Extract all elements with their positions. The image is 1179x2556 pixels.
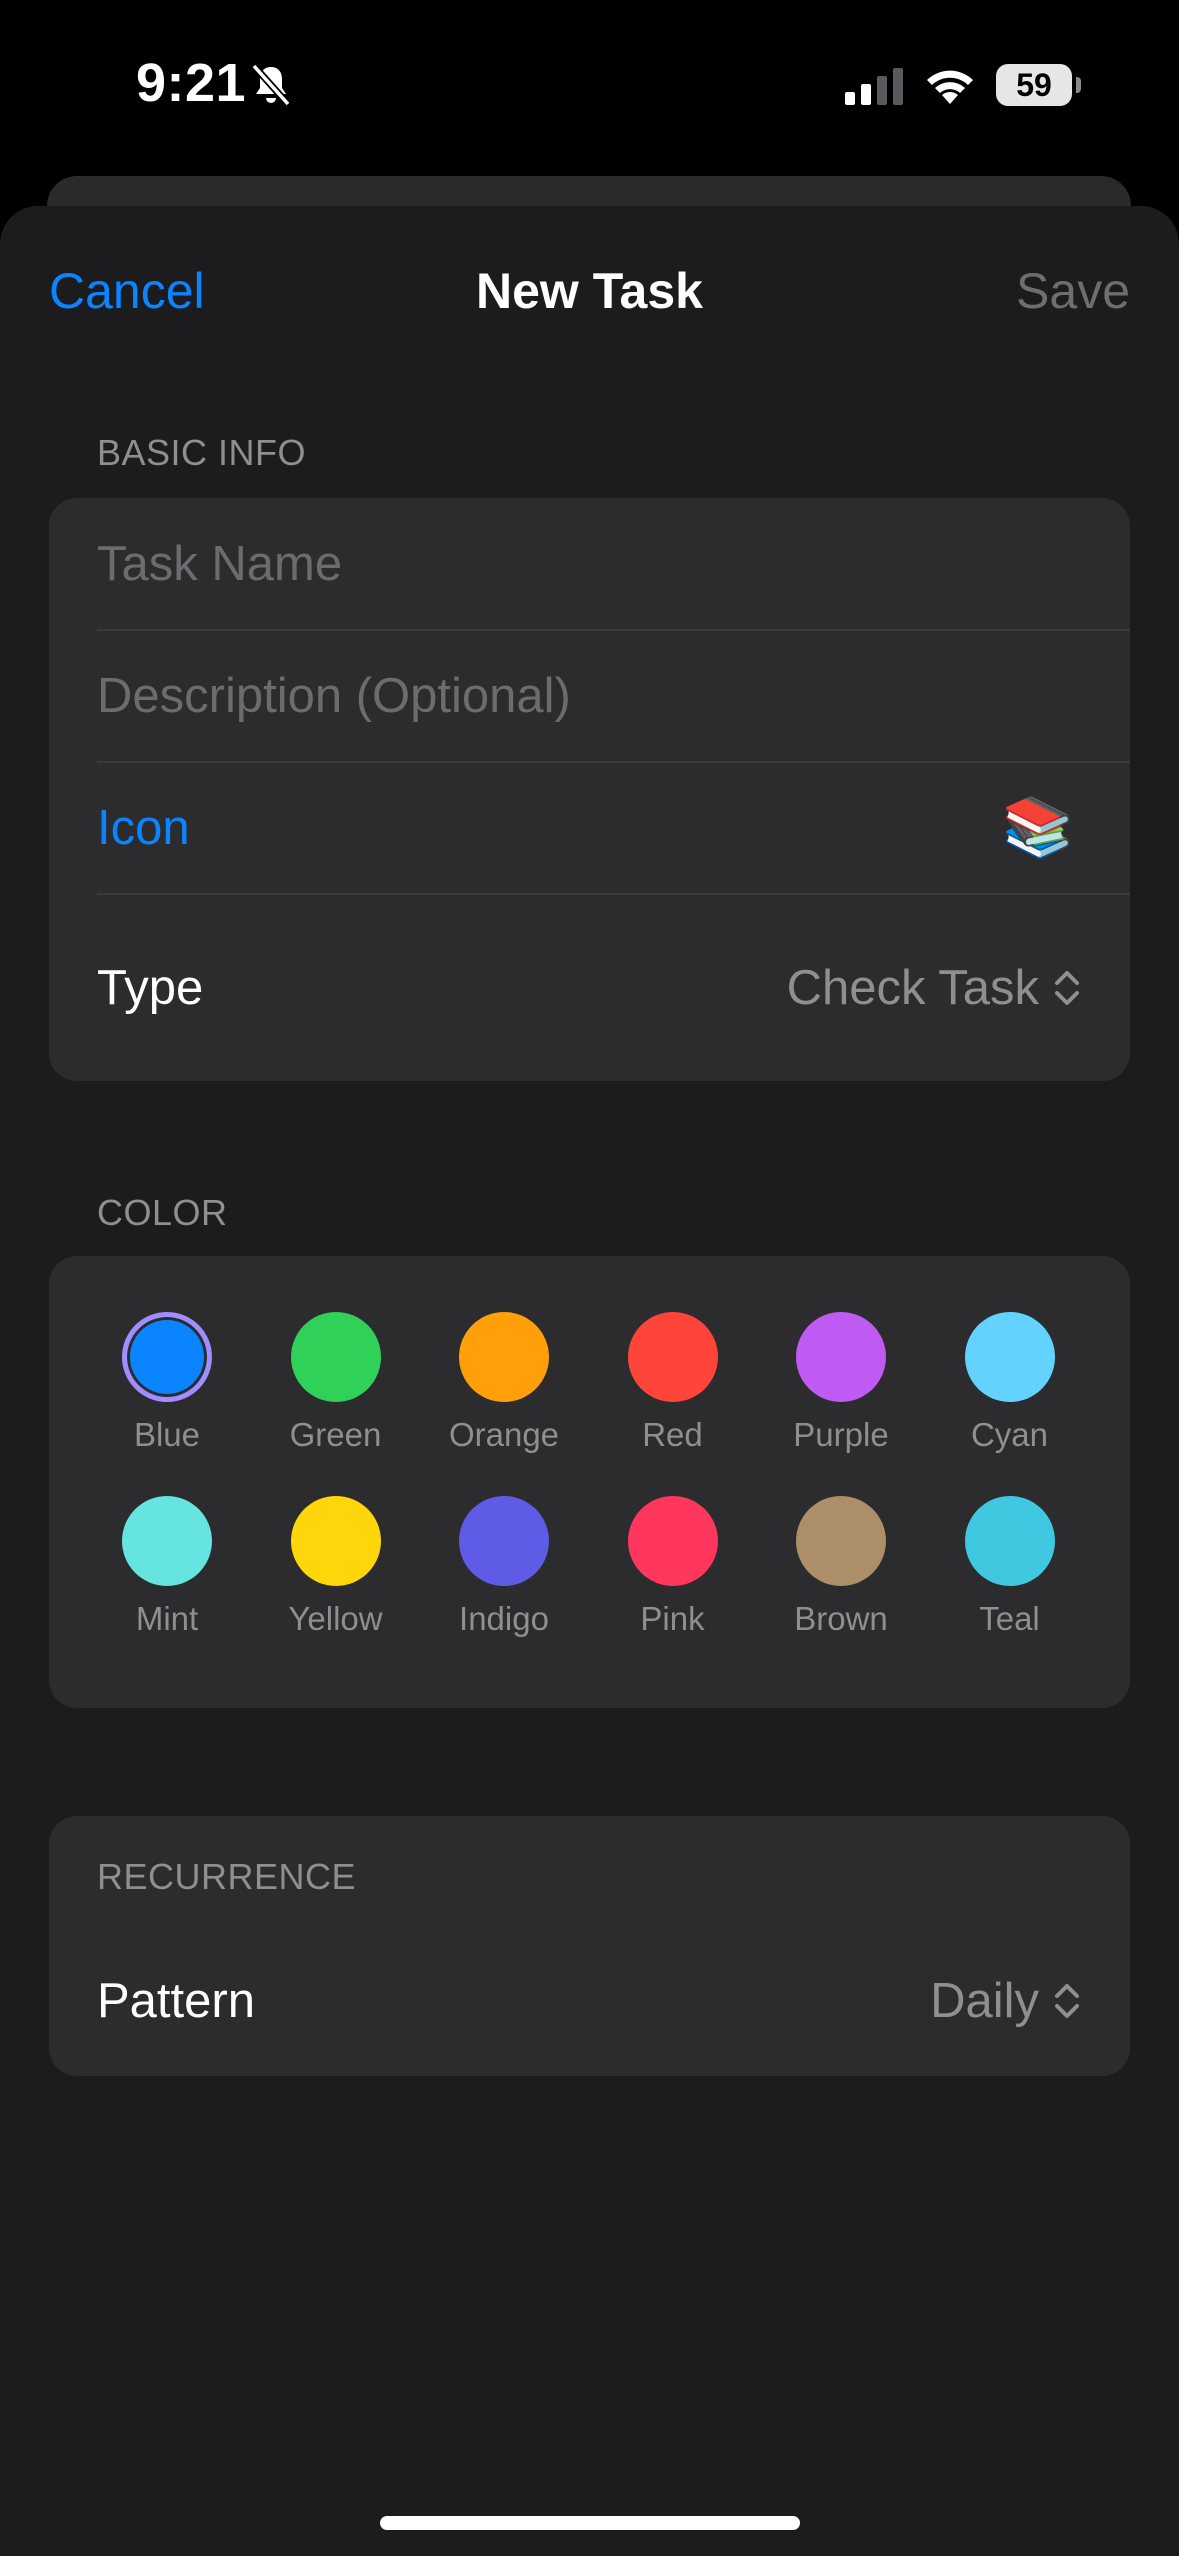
color-option-pink[interactable]: Pink — [589, 1496, 757, 1656]
icon-row[interactable]: Icon 📚 — [97, 763, 1130, 895]
battery-tip — [1076, 77, 1081, 93]
icon-label: Icon — [97, 801, 190, 855]
task-name-placeholder: Task Name — [97, 536, 343, 591]
color-option-brown[interactable]: Brown — [757, 1496, 925, 1656]
recurrence-card: RECURRENCE Pattern Daily — [49, 1816, 1130, 2076]
color-header: COLOR — [97, 1192, 228, 1233]
color-label: Cyan — [970, 1416, 1049, 1453]
battery-indicator: 59 — [996, 64, 1072, 106]
home-indicator — [380, 2516, 800, 2530]
bell-slash-icon — [251, 63, 291, 107]
type-row[interactable]: Type Check Task — [97, 895, 1130, 1081]
pattern-row[interactable]: Pattern Daily — [97, 1926, 1130, 2076]
pattern-value: Daily — [930, 1974, 1039, 2028]
color-label: Indigo — [459, 1600, 549, 1637]
color-option-green[interactable]: Green — [252, 1312, 420, 1472]
type-picker[interactable]: Check Task — [787, 960, 1081, 1016]
color-card: Blue Green Orange Red Purple Cyan Mint Yellow In… — [49, 1256, 1130, 1708]
color-label: Teal — [979, 1600, 1040, 1637]
color-option-purple[interactable]: Purple — [757, 1312, 925, 1472]
color-swatch — [964, 1496, 1055, 1586]
color-swatch — [459, 1312, 549, 1402]
color-swatch — [627, 1312, 718, 1402]
color-swatch — [122, 1496, 212, 1586]
color-label: Yellow — [288, 1600, 383, 1637]
color-label: Brown — [794, 1600, 888, 1637]
save-button[interactable]: Save — [1016, 262, 1130, 320]
type-label: Type — [97, 961, 204, 1015]
color-label: Red — [642, 1416, 703, 1453]
color-swatch — [964, 1312, 1055, 1402]
status-bar: 9:21 59 — [0, 0, 1179, 170]
color-swatch — [796, 1496, 886, 1586]
color-option-yellow[interactable]: Yellow — [252, 1496, 420, 1656]
color-label: Purple — [793, 1416, 889, 1453]
color-label: Blue — [133, 1416, 201, 1453]
color-option-indigo[interactable]: Indigo — [420, 1496, 588, 1656]
description-placeholder: Description (Optional) — [97, 669, 571, 723]
color-label: Green — [289, 1416, 382, 1453]
color-option-mint[interactable]: Mint — [83, 1496, 251, 1656]
chevron-up-down-icon — [1055, 971, 1079, 1005]
pattern-label: Pattern — [97, 1974, 255, 2028]
recurrence-header: RECURRENCE — [97, 1856, 357, 1897]
pattern-picker[interactable]: Daily — [930, 1973, 1081, 2029]
color-swatch — [627, 1496, 718, 1586]
color-swatch — [796, 1312, 886, 1402]
color-swatch — [122, 1312, 212, 1402]
basic-info-header: BASIC INFO — [97, 432, 307, 473]
color-swatch — [290, 1312, 381, 1402]
books-icon: 📚 — [1001, 795, 1074, 860]
basic-info-card: Task Name Description (Optional) Icon 📚 … — [49, 498, 1130, 1081]
color-label: Mint — [135, 1600, 199, 1637]
color-option-cyan[interactable]: Cyan — [926, 1312, 1094, 1472]
color-swatch — [459, 1496, 549, 1586]
chevron-up-down-icon — [1055, 1984, 1079, 2018]
cellular-signal-icon — [845, 68, 903, 105]
color-label: Orange — [448, 1416, 560, 1453]
color-option-teal[interactable]: Teal — [926, 1496, 1094, 1656]
description-field[interactable]: Description (Optional) — [97, 631, 1130, 763]
cancel-button[interactable]: Cancel — [49, 262, 205, 320]
color-option-red[interactable]: Red — [589, 1312, 757, 1472]
wifi-icon — [927, 70, 973, 104]
color-option-blue[interactable]: Blue — [83, 1312, 251, 1472]
status-time: 9:21 — [136, 53, 247, 113]
color-option-orange[interactable]: Orange — [420, 1312, 588, 1472]
type-value: Check Task — [786, 961, 1039, 1015]
color-swatch — [290, 1496, 381, 1586]
task-name-field[interactable]: Task Name — [97, 498, 1130, 631]
color-label: Pink — [640, 1600, 705, 1637]
